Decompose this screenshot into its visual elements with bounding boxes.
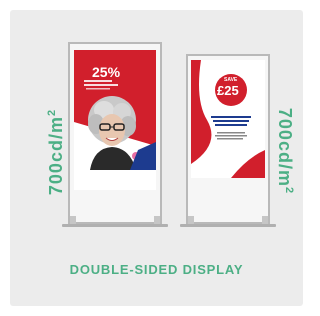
- left-display-screen: 25%: [74, 50, 156, 190]
- left-stand-foot-1: [70, 216, 76, 224]
- left-ad-headline: 25%: [92, 64, 121, 80]
- left-stand-base: [62, 224, 168, 227]
- left-brightness-value: 700cd/m: [46, 116, 66, 196]
- right-ad-amount: £25: [217, 83, 239, 98]
- right-brightness-value: 700cd/m: [275, 107, 295, 187]
- left-brightness-label: 700cd/m2: [46, 108, 66, 196]
- product-caption: DOUBLE-SIDED DISPLAY: [69, 262, 244, 277]
- right-display-screen: SAVE £25: [191, 60, 265, 178]
- right-stand-foot-2: [262, 216, 268, 224]
- left-stand-foot-2: [154, 216, 160, 224]
- right-stand-foot-1: [188, 216, 194, 224]
- left-brightness-unit-exponent: 2: [46, 108, 58, 117]
- right-brightness-label: 700cd/m2: [275, 107, 295, 195]
- right-brightness-unit-exponent: 2: [283, 186, 295, 195]
- product-card: 700cd/m2 700cd/m2 25% SAVE £25 DOUBLE-SI…: [10, 10, 303, 306]
- right-stand-base: [180, 224, 276, 227]
